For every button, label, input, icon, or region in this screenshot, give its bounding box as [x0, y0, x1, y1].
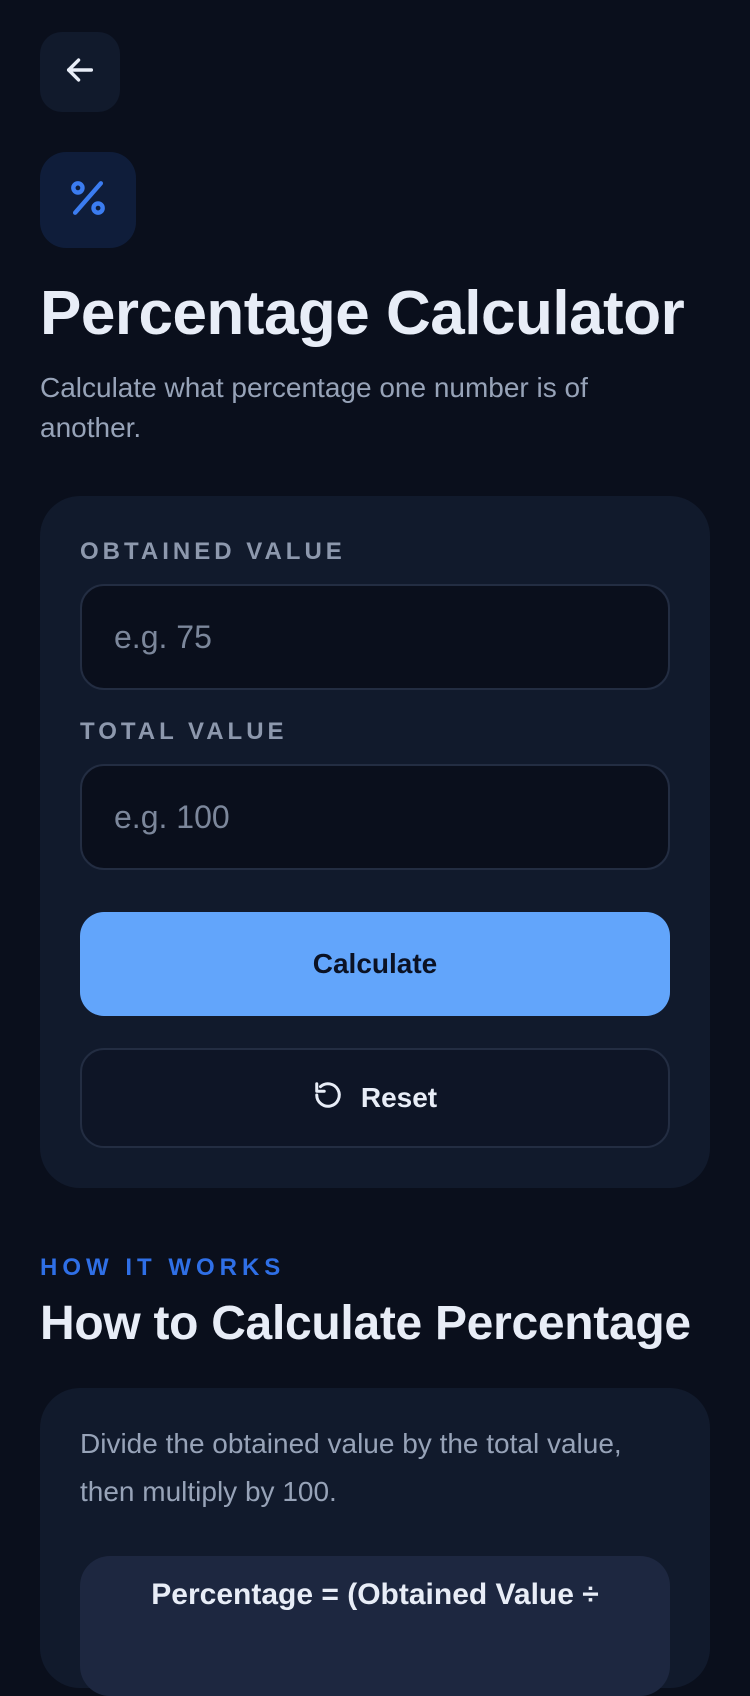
- section-title: How to Calculate Percentage: [40, 1297, 691, 1350]
- how-it-works-description: Divide the obtained value by the total v…: [80, 1428, 622, 1507]
- percent-icon: [66, 176, 110, 225]
- page-title: Percentage Calculator: [40, 279, 685, 348]
- total-value-label: TOTAL VALUE: [80, 718, 288, 745]
- obtained-value-input[interactable]: [80, 584, 670, 690]
- formula-text: Percentage = (Obtained Value ÷: [151, 1578, 599, 1611]
- app-logo: [40, 152, 136, 248]
- total-value-input[interactable]: [80, 764, 670, 870]
- calculate-button[interactable]: Calculate: [80, 912, 670, 1016]
- reset-button-label: Reset: [360, 1082, 438, 1113]
- calculate-button-label: Calculate: [312, 948, 438, 979]
- page-subtitle: Calculate what percentage one number is …: [40, 372, 588, 443]
- rotate-ccw-icon: [313, 1080, 343, 1117]
- reset-button[interactable]: Reset: [80, 1048, 670, 1148]
- section-tag: HOW IT WORKS: [40, 1254, 286, 1281]
- arrow-left-icon: [63, 53, 97, 92]
- calculator-card: OBTAINED VALUE TOTAL VALUE Calculate Res…: [40, 496, 710, 1188]
- obtained-value-label: OBTAINED VALUE: [80, 538, 346, 565]
- formula-box: Percentage = (Obtained Value ÷: [80, 1556, 670, 1696]
- back-button[interactable]: [40, 32, 120, 112]
- how-it-works-card: Divide the obtained value by the total v…: [40, 1388, 710, 1696]
